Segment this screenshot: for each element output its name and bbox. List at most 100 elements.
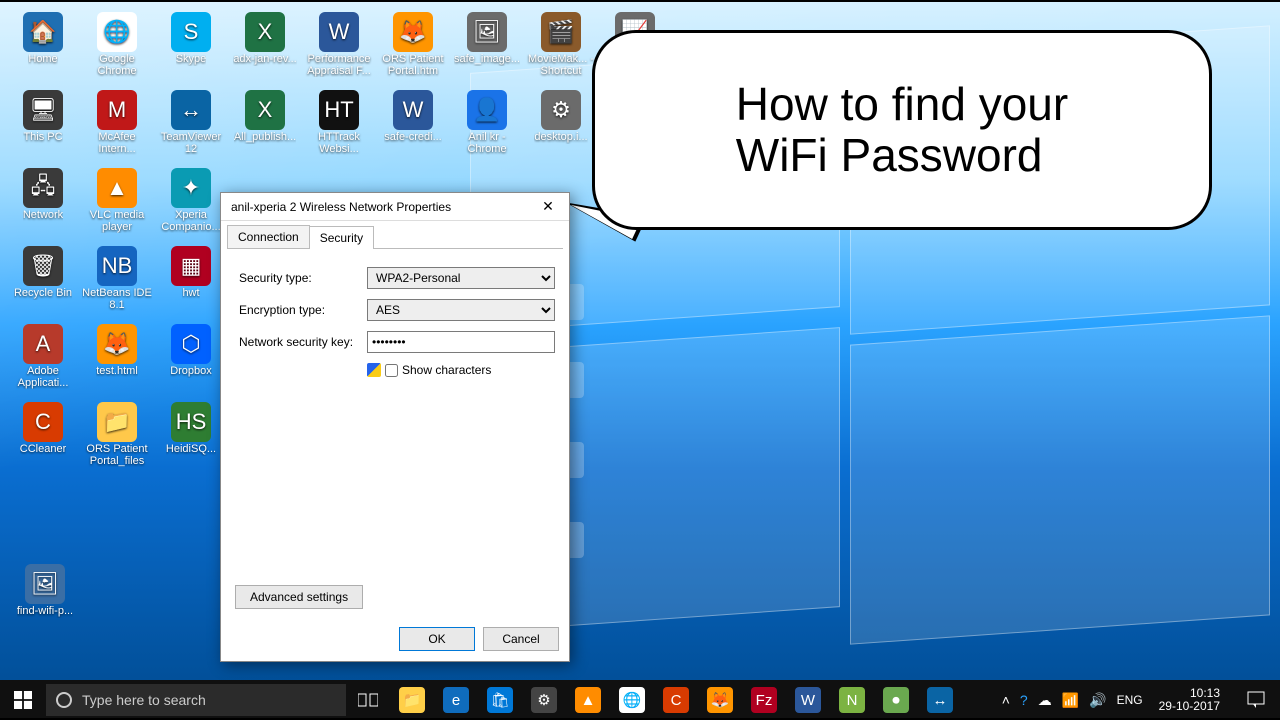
taskbar-app-camtasia[interactable]: ⏺ [874, 680, 918, 720]
tray-date: 29-10-2017 [1159, 700, 1220, 713]
shield-icon [367, 363, 381, 377]
desktop-icon[interactable]: 🖥This PC [6, 86, 80, 164]
search-box[interactable]: Type here to search [46, 684, 346, 716]
taskbar-app-teamviewer[interactable]: ↔ [918, 680, 962, 720]
desktop-icon[interactable]: 🖼safe_image... [450, 8, 524, 86]
taskbar-app-windows-store[interactable]: 🛍 [478, 680, 522, 720]
icon-label: Dropbox [170, 366, 212, 378]
desktop-icon[interactable]: HSHeidiSQ... [154, 398, 228, 476]
icon-label: ORS Patient Portal_files [82, 444, 152, 467]
app-icon: M [97, 90, 137, 130]
vlc-icon: ▲ [575, 687, 601, 713]
desktop-icon[interactable]: Xadx-jan-rev... [228, 8, 302, 86]
icon-label: MovieMak... - Shortcut [526, 54, 596, 77]
icon-label: test.html [96, 366, 138, 378]
desktop-icon[interactable]: CCCleaner [6, 398, 80, 476]
desktop-icon[interactable]: WPerformance Appraisal F... [302, 8, 376, 86]
desktop-icon[interactable]: 🖼 find-wifi-p... [8, 560, 82, 638]
desktop-icon[interactable]: HTHTTrack Websi... [302, 86, 376, 164]
cortana-icon [56, 692, 72, 708]
app-icon: X [245, 90, 285, 130]
taskbar-app-word[interactable]: W [786, 680, 830, 720]
action-center-button[interactable] [1236, 680, 1276, 720]
desktop-icon[interactable]: 🦊 test.html [80, 320, 154, 398]
desktop-icon[interactable]: AAdobe Applicati... [6, 320, 80, 398]
tab-security[interactable]: Security [309, 226, 374, 249]
desktop-icon[interactable]: MMcAfee Intern... [80, 86, 154, 164]
obscured-icon [570, 442, 584, 478]
tray-language[interactable]: ENG [1117, 693, 1143, 707]
notepad-plus-icon: N [839, 687, 865, 713]
cancel-button[interactable]: Cancel [483, 627, 559, 651]
app-icon: X [245, 12, 285, 52]
titlebar[interactable]: anil-xperia 2 Wireless Network Propertie… [221, 193, 569, 221]
desktop-icon[interactable]: SSkype [154, 8, 228, 86]
label-encryption-type: Encryption type: [239, 303, 367, 317]
tab-connection[interactable]: Connection [227, 225, 310, 248]
tray-volume-icon[interactable]: 🔊 [1089, 692, 1106, 709]
desktop-icon[interactable]: ↔TeamViewer 12 [154, 86, 228, 164]
app-icon: A [23, 324, 63, 364]
desktop-icon[interactable]: Wsafe-credi... [376, 86, 450, 164]
taskbar-app-vlc[interactable]: ▲ [566, 680, 610, 720]
letterbox [0, 0, 1280, 2]
app-icon: 🏠 [23, 12, 63, 52]
close-icon[interactable]: ✕ [533, 196, 563, 218]
app-icon: ⚙ [541, 90, 581, 130]
desktop-icon[interactable]: 👤Anil kr - Chrome [450, 86, 524, 164]
taskbar-app-file-explorer[interactable]: 📁 [390, 680, 434, 720]
desktop-icon[interactable]: NBNetBeans IDE 8.1 [80, 242, 154, 320]
desktop-icon[interactable]: 🏠Home [6, 8, 80, 86]
icon-label: Xperia Companio... [156, 210, 226, 233]
desktop-icon[interactable]: ▦hwt [154, 242, 228, 320]
app-icon: ▦ [171, 246, 211, 286]
advanced-settings-button[interactable]: Advanced settings [235, 585, 363, 609]
app-icon: HS [171, 402, 211, 442]
desktop-icon[interactable]: XAll_publish... [228, 86, 302, 164]
tray-onedrive-icon[interactable]: ☁ [1038, 692, 1052, 709]
tray-overflow-icon[interactable]: ˄ [1002, 692, 1010, 708]
desktop-icon[interactable]: 📁ORS Patient Portal_files [80, 398, 154, 476]
tray-clock[interactable]: 10:13 29-10-2017 [1153, 687, 1226, 713]
firefox-icon: 🦊 [707, 687, 733, 713]
taskbar-app-ccleaner[interactable]: C [654, 680, 698, 720]
desktop-icon[interactable]: ✦Xperia Companio... [154, 164, 228, 242]
desktop-icon[interactable]: 🗑Recycle Bin [6, 242, 80, 320]
app-icon: 🦊 [97, 324, 137, 364]
desktop-icon[interactable]: 🖧Network [6, 164, 80, 242]
taskbar: Type here to search 📁e 🛍 ⚙ ▲ 🌐C 🦊 FzWN ⏺ ↔ ˄ ? ☁… [0, 680, 1280, 720]
icon-label: Performance Appraisal F... [304, 54, 374, 77]
app-icon: ▲ [97, 168, 137, 208]
ok-button[interactable]: OK [399, 627, 475, 651]
desktop-icon[interactable]: ⬡ Dropbox [154, 320, 228, 398]
desktop-icon[interactable]: ⚙desktop.i... [524, 86, 598, 164]
task-view-button[interactable] [346, 692, 390, 708]
security-type-select[interactable]: WPA2-Personal [367, 267, 555, 289]
taskbar-app-firefox[interactable]: 🦊 [698, 680, 742, 720]
encryption-type-select[interactable]: AES [367, 299, 555, 321]
windows-store-icon: 🛍 [487, 687, 513, 713]
icon-label: HTTrack Websi... [304, 132, 374, 155]
taskbar-app-notepad-plus[interactable]: N [830, 680, 874, 720]
taskbar-app-google-chrome[interactable]: 🌐 [610, 680, 654, 720]
taskbar-app-filezilla[interactable]: Fz [742, 680, 786, 720]
camtasia-icon: ⏺ [883, 687, 909, 713]
taskbar-app-microsoft-edge[interactable]: e [434, 680, 478, 720]
show-characters-checkbox[interactable] [385, 364, 398, 377]
desktop-icon[interactable]: 🌐Google Chrome [80, 8, 154, 86]
tray-network-icon[interactable]: 📶 [1062, 692, 1079, 709]
bubble-text: How to find yourWiFi Password [736, 79, 1068, 180]
network-key-input[interactable] [367, 331, 555, 353]
desktop-icon[interactable]: 🎬MovieMak... - Shortcut [524, 8, 598, 86]
start-button[interactable] [0, 680, 46, 720]
obscured-icon [570, 362, 584, 398]
app-icon: 🦊 [393, 12, 433, 52]
desktop-icon[interactable]: ▲VLC media player [80, 164, 154, 242]
app-icon: ⬡ [171, 324, 211, 364]
speech-bubble: How to find yourWiFi Password [592, 30, 1212, 230]
desktop-icon[interactable]: 🦊ORS Patient Portal.htm [376, 8, 450, 86]
app-icon: ✦ [171, 168, 211, 208]
taskbar-app-settings[interactable]: ⚙ [522, 680, 566, 720]
tray-help-icon[interactable]: ? [1020, 692, 1028, 708]
icon-label: McAfee Intern... [82, 132, 152, 155]
